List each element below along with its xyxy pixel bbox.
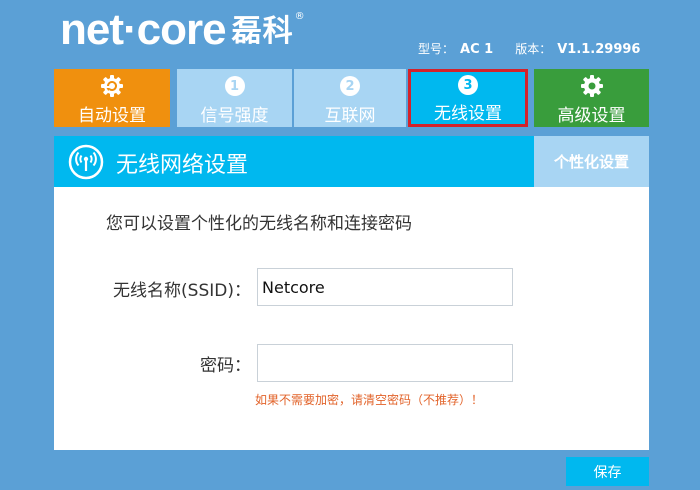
save-button[interactable]: 保存 (566, 457, 649, 486)
model-label: 型号： (418, 42, 455, 56)
version-label: 版本： (515, 42, 552, 56)
step-1-icon: 1 (224, 76, 245, 96)
model-value: AC 1 (460, 42, 494, 57)
panel-title: 无线网络设置 (116, 153, 249, 178)
tab-signal-strength[interactable]: 1 信号强度 (177, 69, 292, 127)
tab-auto-setup-label: 自动设置 (78, 106, 146, 126)
tab-personalized-settings[interactable]: 个性化设置 (534, 136, 649, 187)
tab-signal-strength-label: 信号强度 (200, 106, 269, 126)
tab-advanced-settings[interactable]: 高级设置 (534, 69, 649, 127)
panel-header: 无线网络设置 个性化设置 (54, 136, 649, 187)
tab-auto-setup[interactable]: 自动设置 (54, 69, 170, 127)
tab-internet[interactable]: 2 互联网 (294, 69, 406, 127)
password-label: 密码： (200, 356, 251, 376)
netcore-logo: net·core 磊科 ® (60, 8, 305, 56)
step-3-icon: 3 (458, 75, 478, 95)
password-input[interactable] (257, 344, 513, 382)
version-value: V1.1.29996 (557, 42, 641, 57)
gear-refresh-icon (100, 73, 124, 99)
tab-internet-label: 互联网 (324, 106, 376, 126)
tab-advanced-settings-label: 高级设置 (557, 106, 626, 126)
registered-mark: ® (294, 11, 305, 22)
logo-chinese-name: 磊科 (231, 14, 294, 49)
password-hint: 如果不需要加密，请清空密码（不推荐）！ (255, 393, 484, 407)
version-info: 型号： AC 1 版本： V1.1.29996 (418, 40, 640, 57)
gear-icon (580, 73, 604, 99)
ssid-input[interactable] (257, 268, 513, 306)
intro-text: 您可以设置个性化的无线名称和连接密码 (106, 214, 412, 234)
wifi-signal-icon (68, 144, 104, 180)
tab-wireless-settings-label: 无线设置 (434, 104, 502, 124)
ssid-label: 无线名称(SSID)： (113, 281, 251, 301)
wireless-settings-panel: 无线网络设置 个性化设置 您可以设置个性化的无线名称和连接密码 无线名称(SSI… (54, 136, 649, 450)
logo-wordmark: net·core (60, 5, 227, 54)
setup-tabs: 自动设置 1 信号强度 2 互联网 3 无线设置 高级设置 (54, 69, 649, 127)
tab-wireless-settings[interactable]: 3 无线设置 (408, 69, 528, 127)
step-2-icon: 2 (340, 76, 360, 96)
